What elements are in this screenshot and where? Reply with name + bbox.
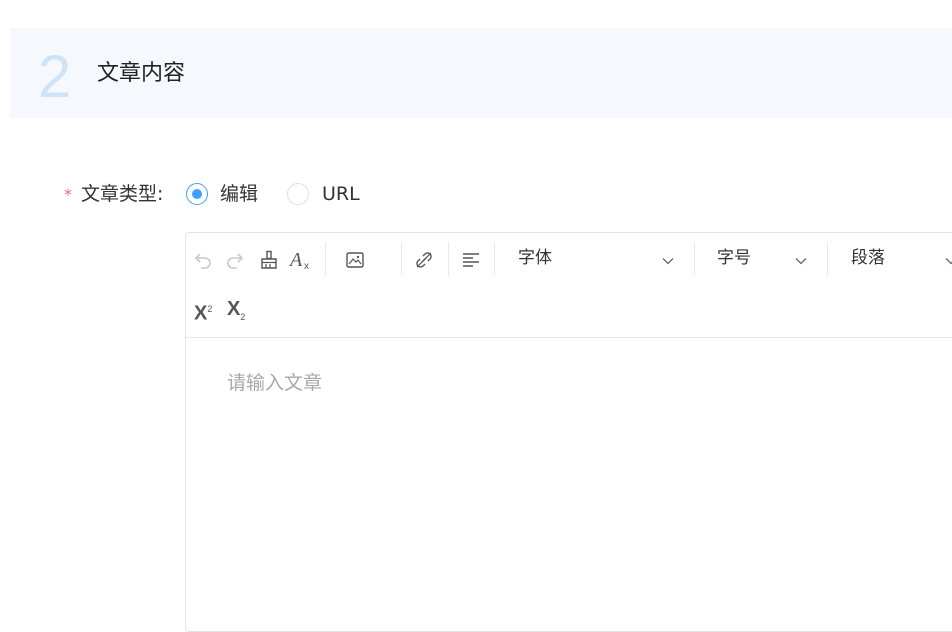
align-icon[interactable] bbox=[458, 247, 484, 273]
superscript-mark: 2 bbox=[207, 304, 213, 314]
paragraph-select-label: 段落 bbox=[851, 248, 885, 268]
subscript-mark: 2 bbox=[240, 312, 246, 322]
radio-edit[interactable] bbox=[186, 183, 208, 205]
article-type-row: * 文章类型: 编辑 URL bbox=[0, 176, 952, 214]
toolbar-divider bbox=[448, 242, 449, 276]
required-mark: * bbox=[64, 185, 72, 204]
chevron-down-icon bbox=[795, 252, 807, 271]
font-size-select[interactable]: 字号 bbox=[717, 243, 813, 275]
rich-text-editor: Ax 字体 字号 段落 X2 X2 请输入文章 bbox=[185, 232, 952, 632]
editor-content-area[interactable]: 请输入文章 bbox=[186, 338, 952, 631]
chevron-down-icon bbox=[945, 252, 952, 271]
toolbar-divider bbox=[494, 242, 495, 276]
undo-icon[interactable] bbox=[190, 247, 216, 273]
svg-text:x: x bbox=[304, 261, 309, 271]
toolbar-divider bbox=[694, 242, 695, 276]
section-title: 文章内容 bbox=[97, 61, 186, 86]
radio-edit-label[interactable]: 编辑 bbox=[220, 182, 258, 206]
article-type-label: 文章类型: bbox=[81, 183, 164, 205]
section-header: 2 文章内容 bbox=[10, 28, 952, 118]
superscript-button[interactable]: X2 bbox=[194, 297, 212, 326]
font-select-label: 字体 bbox=[518, 248, 552, 268]
toolbar-divider bbox=[325, 242, 326, 276]
svg-text:A: A bbox=[289, 249, 303, 271]
subscript-button[interactable]: X2 bbox=[227, 297, 245, 329]
format-painter-icon[interactable] bbox=[256, 247, 282, 273]
toolbar-divider bbox=[827, 242, 828, 276]
editor-placeholder: 请输入文章 bbox=[227, 372, 323, 394]
paragraph-select[interactable]: 段落 bbox=[851, 243, 952, 275]
radio-selected-dot bbox=[192, 189, 202, 199]
clear-format-icon[interactable]: Ax bbox=[288, 247, 314, 273]
editor-toolbar: Ax 字体 字号 段落 X2 X2 bbox=[186, 233, 952, 338]
redo-icon[interactable] bbox=[222, 247, 248, 273]
radio-url-label[interactable]: URL bbox=[322, 182, 360, 206]
section-number: 2 bbox=[38, 43, 72, 110]
superscript-icon: X bbox=[194, 302, 208, 325]
unlink-icon[interactable] bbox=[411, 247, 437, 273]
font-select[interactable]: 字体 bbox=[518, 243, 678, 275]
radio-url[interactable] bbox=[287, 183, 309, 205]
font-size-select-label: 字号 bbox=[717, 248, 751, 268]
image-icon[interactable] bbox=[342, 247, 368, 273]
toolbar-divider bbox=[401, 242, 402, 276]
subscript-icon: X bbox=[227, 298, 241, 320]
chevron-down-icon bbox=[662, 252, 674, 271]
